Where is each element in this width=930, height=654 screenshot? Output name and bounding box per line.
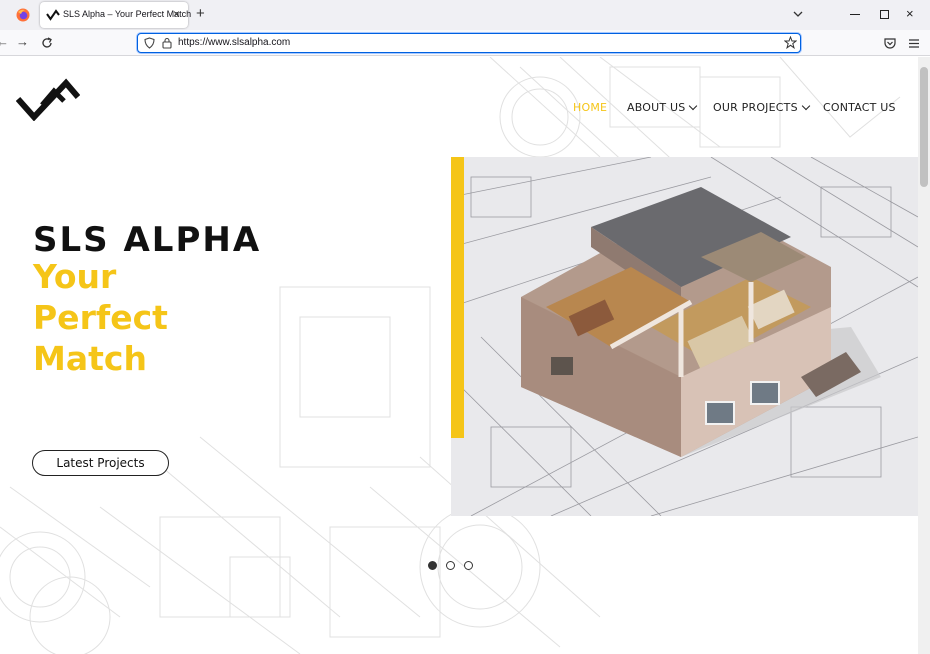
- scrollbar-thumb[interactable]: [920, 67, 928, 187]
- sls-favicon: [46, 9, 60, 21]
- page-scrollbar[interactable]: [918, 57, 930, 654]
- hero-subtitle-line2: Perfect: [33, 298, 168, 337]
- plus-icon[interactable]: +: [196, 6, 205, 22]
- tab-strip: SLS Alpha – Your Perfect Match × + ×: [0, 0, 930, 30]
- nav-home[interactable]: HOME: [573, 101, 607, 114]
- url-bar[interactable]: https://www.slsalpha.com: [137, 33, 801, 53]
- tab-title: SLS Alpha – Your Perfect Match: [63, 9, 192, 19]
- reload-icon[interactable]: [41, 37, 53, 49]
- active-tab[interactable]: SLS Alpha – Your Perfect Match ×: [40, 2, 192, 28]
- pocket-icon[interactable]: [884, 38, 896, 49]
- chevron-down-icon: [801, 101, 811, 111]
- minimize-icon[interactable]: [850, 14, 860, 15]
- firefox-icon[interactable]: [16, 8, 30, 22]
- nav-projects-label: OUR PROJECTS: [713, 101, 798, 114]
- hero-subtitle-line3: Match: [33, 339, 147, 378]
- carousel-dot-3[interactable]: [464, 561, 473, 570]
- nav-about-label: ABOUT US: [627, 101, 686, 114]
- carousel-dot-1[interactable]: [428, 561, 437, 570]
- close-icon[interactable]: ×: [173, 7, 180, 21]
- forward-icon[interactable]: →: [16, 35, 29, 49]
- url-input[interactable]: https://www.slsalpha.com: [178, 37, 290, 48]
- carousel-dots: [428, 561, 478, 571]
- sls-logo[interactable]: [16, 77, 80, 121]
- back-icon[interactable]: ←: [0, 35, 9, 49]
- nav-contact-us[interactable]: CONTACT US: [823, 101, 896, 114]
- latest-projects-button[interactable]: Latest Projects: [32, 450, 169, 476]
- window-close-icon[interactable]: ×: [906, 7, 914, 21]
- carousel-dot-2[interactable]: [446, 561, 455, 570]
- chevron-down-icon: [689, 101, 698, 111]
- nav-about-us[interactable]: ABOUT US: [627, 101, 698, 114]
- navigation-toolbar: ← → https://www.slsalpha.com: [0, 30, 930, 56]
- star-icon[interactable]: [784, 36, 797, 49]
- menu-icon[interactable]: [909, 39, 919, 48]
- nav-our-projects[interactable]: OUR PROJECTS: [713, 101, 811, 114]
- web-page: HOME ABOUT US OUR PROJECTS CONTACT US SL…: [0, 57, 918, 654]
- chevron-down-icon[interactable]: [792, 8, 804, 20]
- hero-house-image: [451, 157, 918, 516]
- shield-icon[interactable]: [144, 37, 155, 49]
- hero-subtitle-line1: Your: [33, 257, 117, 296]
- lock-icon[interactable]: [162, 37, 172, 49]
- hero-title: SLS ALPHA: [33, 220, 262, 260]
- maximize-icon[interactable]: [880, 10, 889, 19]
- hero-accent-bar: [451, 157, 464, 438]
